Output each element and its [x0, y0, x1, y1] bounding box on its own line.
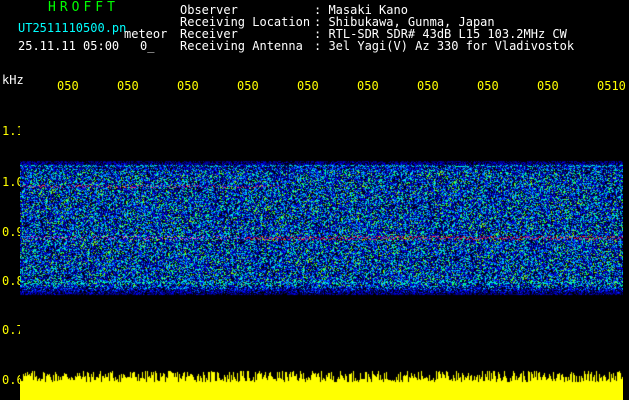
frequency-unit-label: kHz	[2, 73, 24, 87]
app-title: HROFFT	[48, 0, 119, 15]
date-time: 25.11.11 05:00	[18, 39, 120, 53]
signal-level-strip	[20, 368, 623, 400]
time-tick-label: 050	[237, 79, 259, 93]
hrofft-window: HROFFT UT2511110500.pn meteor 25.11.11 0…	[0, 0, 629, 400]
status-value: 0_	[140, 39, 155, 53]
time-tick-label: 050	[57, 79, 79, 93]
time-tick-label: 050	[117, 79, 139, 93]
time-tick-label: 050	[477, 79, 499, 93]
time-tick-label: 050	[177, 79, 199, 93]
time-tick-label: 050	[297, 79, 319, 93]
file-name: UT2511110500.pn	[18, 21, 127, 35]
time-tick-label: 050	[537, 79, 559, 93]
time-tick-label: 050	[417, 79, 439, 93]
time-tick-label: 0510	[597, 79, 626, 93]
time-tick-label: 050	[357, 79, 379, 93]
info-label: Receiving Antenna	[180, 39, 303, 53]
spectrogram-waterfall	[20, 95, 623, 367]
info-value: : 3el Yagi(V) Az 330 for Vladivostok	[314, 39, 575, 53]
